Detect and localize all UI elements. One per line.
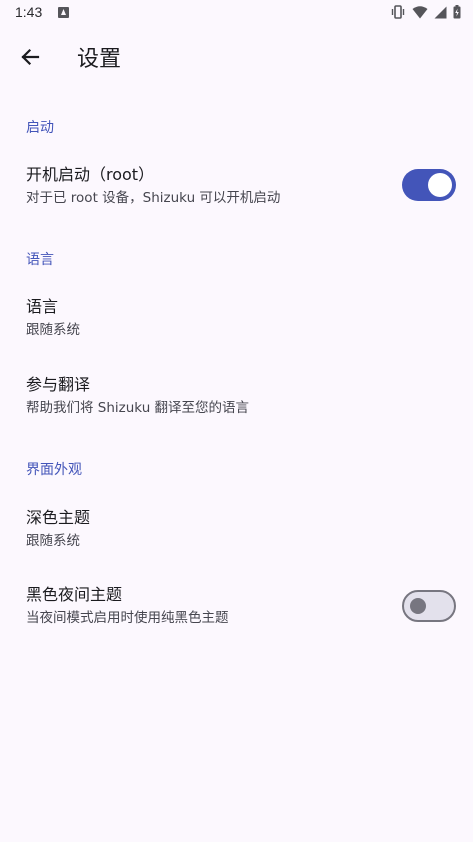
pref-black-night-theme[interactable]: 黑色夜间主题 当夜间模式启用时使用纯黑色主题 bbox=[0, 570, 473, 646]
pref-summary: 跟随系统 bbox=[26, 322, 80, 338]
wifi-icon bbox=[412, 5, 428, 19]
page-title: 设置 bbox=[77, 47, 122, 72]
pref-boot-start[interactable]: 开机启动（root） 对于已 root 设备，Shizuku 可以开机启动 bbox=[0, 150, 473, 224]
notification-icon bbox=[58, 7, 69, 18]
switch-thumb bbox=[428, 173, 452, 197]
pref-summary: 对于已 root 设备，Shizuku 可以开机启动 bbox=[26, 190, 281, 206]
back-button[interactable] bbox=[8, 37, 52, 81]
pref-summary: 跟随系统 bbox=[26, 533, 80, 549]
pref-title: 开机启动（root） bbox=[26, 165, 155, 184]
section-header-language: 语言 bbox=[26, 252, 54, 268]
app-bar: 设置 bbox=[0, 26, 473, 92]
black-night-theme-switch[interactable] bbox=[402, 590, 456, 622]
pref-summary: 帮助我们将 Shizuku 翻译至您的语言 bbox=[26, 400, 250, 416]
pref-language[interactable]: 语言 跟随系统 bbox=[0, 282, 473, 358]
pref-dark-theme[interactable]: 深色主题 跟随系统 bbox=[0, 493, 473, 569]
pref-title: 深色主题 bbox=[26, 508, 91, 527]
vibrate-icon bbox=[390, 5, 406, 19]
pref-title: 黑色夜间主题 bbox=[26, 585, 123, 604]
pref-translate[interactable]: 参与翻译 帮助我们将 Shizuku 翻译至您的语言 bbox=[0, 360, 473, 436]
pref-title: 参与翻译 bbox=[26, 375, 91, 394]
signal-icon bbox=[434, 6, 447, 19]
section-header-startup: 启动 bbox=[26, 120, 54, 136]
section-header-appearance: 界面外观 bbox=[26, 462, 82, 478]
switch-thumb bbox=[410, 598, 426, 614]
status-time: 1:43 bbox=[15, 4, 43, 20]
boot-start-switch[interactable] bbox=[402, 169, 456, 201]
status-icons bbox=[390, 5, 461, 19]
battery-charging-icon bbox=[453, 5, 461, 19]
pref-title: 语言 bbox=[26, 297, 59, 316]
pref-summary: 当夜间模式启用时使用纯黑色主题 bbox=[26, 610, 229, 626]
arrow-back-icon bbox=[20, 47, 40, 71]
status-bar: 1:43 bbox=[0, 0, 473, 26]
